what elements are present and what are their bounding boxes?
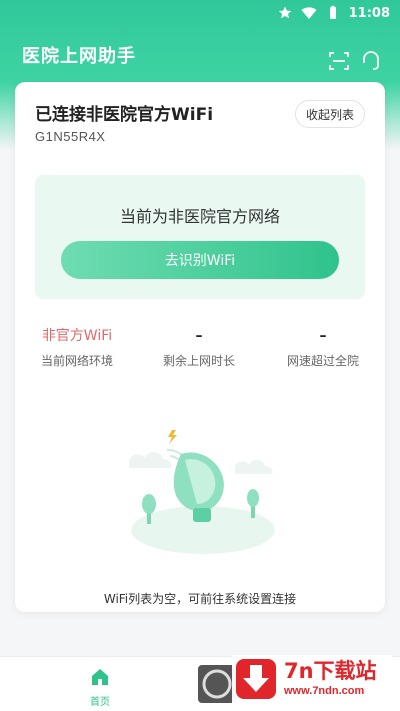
identify-wifi-button[interactable]: 去识别WiFi — [61, 241, 339, 279]
watermark-overlay: 7n下载站 www.7ndn.com — [232, 655, 392, 703]
nav-circle-icon[interactable] — [198, 665, 236, 703]
stat-value: – — [319, 328, 327, 344]
wifi-card: 已连接非医院官方WiFi G1N55R4X 收起列表 当前为非医院官方网络 去识… — [15, 82, 385, 612]
stat-label: 当前网络环境 — [40, 354, 113, 368]
network-notice-panel: 当前为非医院官方网络 去识别WiFi — [35, 175, 365, 299]
collapse-list-button[interactable]: 收起列表 — [295, 100, 365, 128]
wifi-bssid: G1N55R4X — [35, 129, 106, 144]
nav-item-label: 首页 — [90, 697, 110, 708]
stat-label: 网速超过全院 — [286, 354, 359, 368]
battery-icon — [329, 5, 336, 19]
empty-list-text: WiFi列表为空，可前往系统设置连接 — [103, 592, 297, 606]
satellite-dish-illustration — [129, 430, 275, 554]
status-time: 11:08 — [348, 5, 390, 21]
star-icon — [278, 6, 291, 19]
download-logo — [236, 659, 276, 699]
stat-value: – — [195, 328, 203, 344]
stat-network-env: 非官方WiFi 当前网络环境 — [17, 325, 137, 369]
stat-remaining-time: – 剩余上网时长 — [139, 325, 259, 369]
app-title: 医院上网助手 — [22, 46, 136, 67]
network-notice-text: 当前为非医院官方网络 — [119, 207, 280, 226]
watermark-title: 7n下载站 — [284, 659, 377, 683]
customer-service-icon[interactable] — [360, 49, 382, 71]
watermark-url: www.7ndn.com — [284, 685, 365, 697]
scan-icon[interactable] — [328, 50, 350, 72]
stat-label: 剩余上网时长 — [162, 354, 235, 368]
nav-item-home[interactable]: 首页 — [70, 667, 130, 709]
wifi-ssid: 已连接非医院官方WiFi — [35, 105, 214, 125]
wifi-signal-icon — [301, 7, 317, 19]
home-icon — [92, 669, 108, 685]
app-bar: 医院上网助手 — [0, 38, 400, 72]
network-stats: 非官方WiFi 当前网络环境 – 剩余上网时长 – 网速超过全院 — [15, 325, 385, 375]
status-bar: 11:08 — [0, 0, 400, 26]
stat-speed-rank: – 网速超过全院 — [263, 325, 383, 369]
stat-value: 非官方WiFi — [41, 328, 113, 344]
